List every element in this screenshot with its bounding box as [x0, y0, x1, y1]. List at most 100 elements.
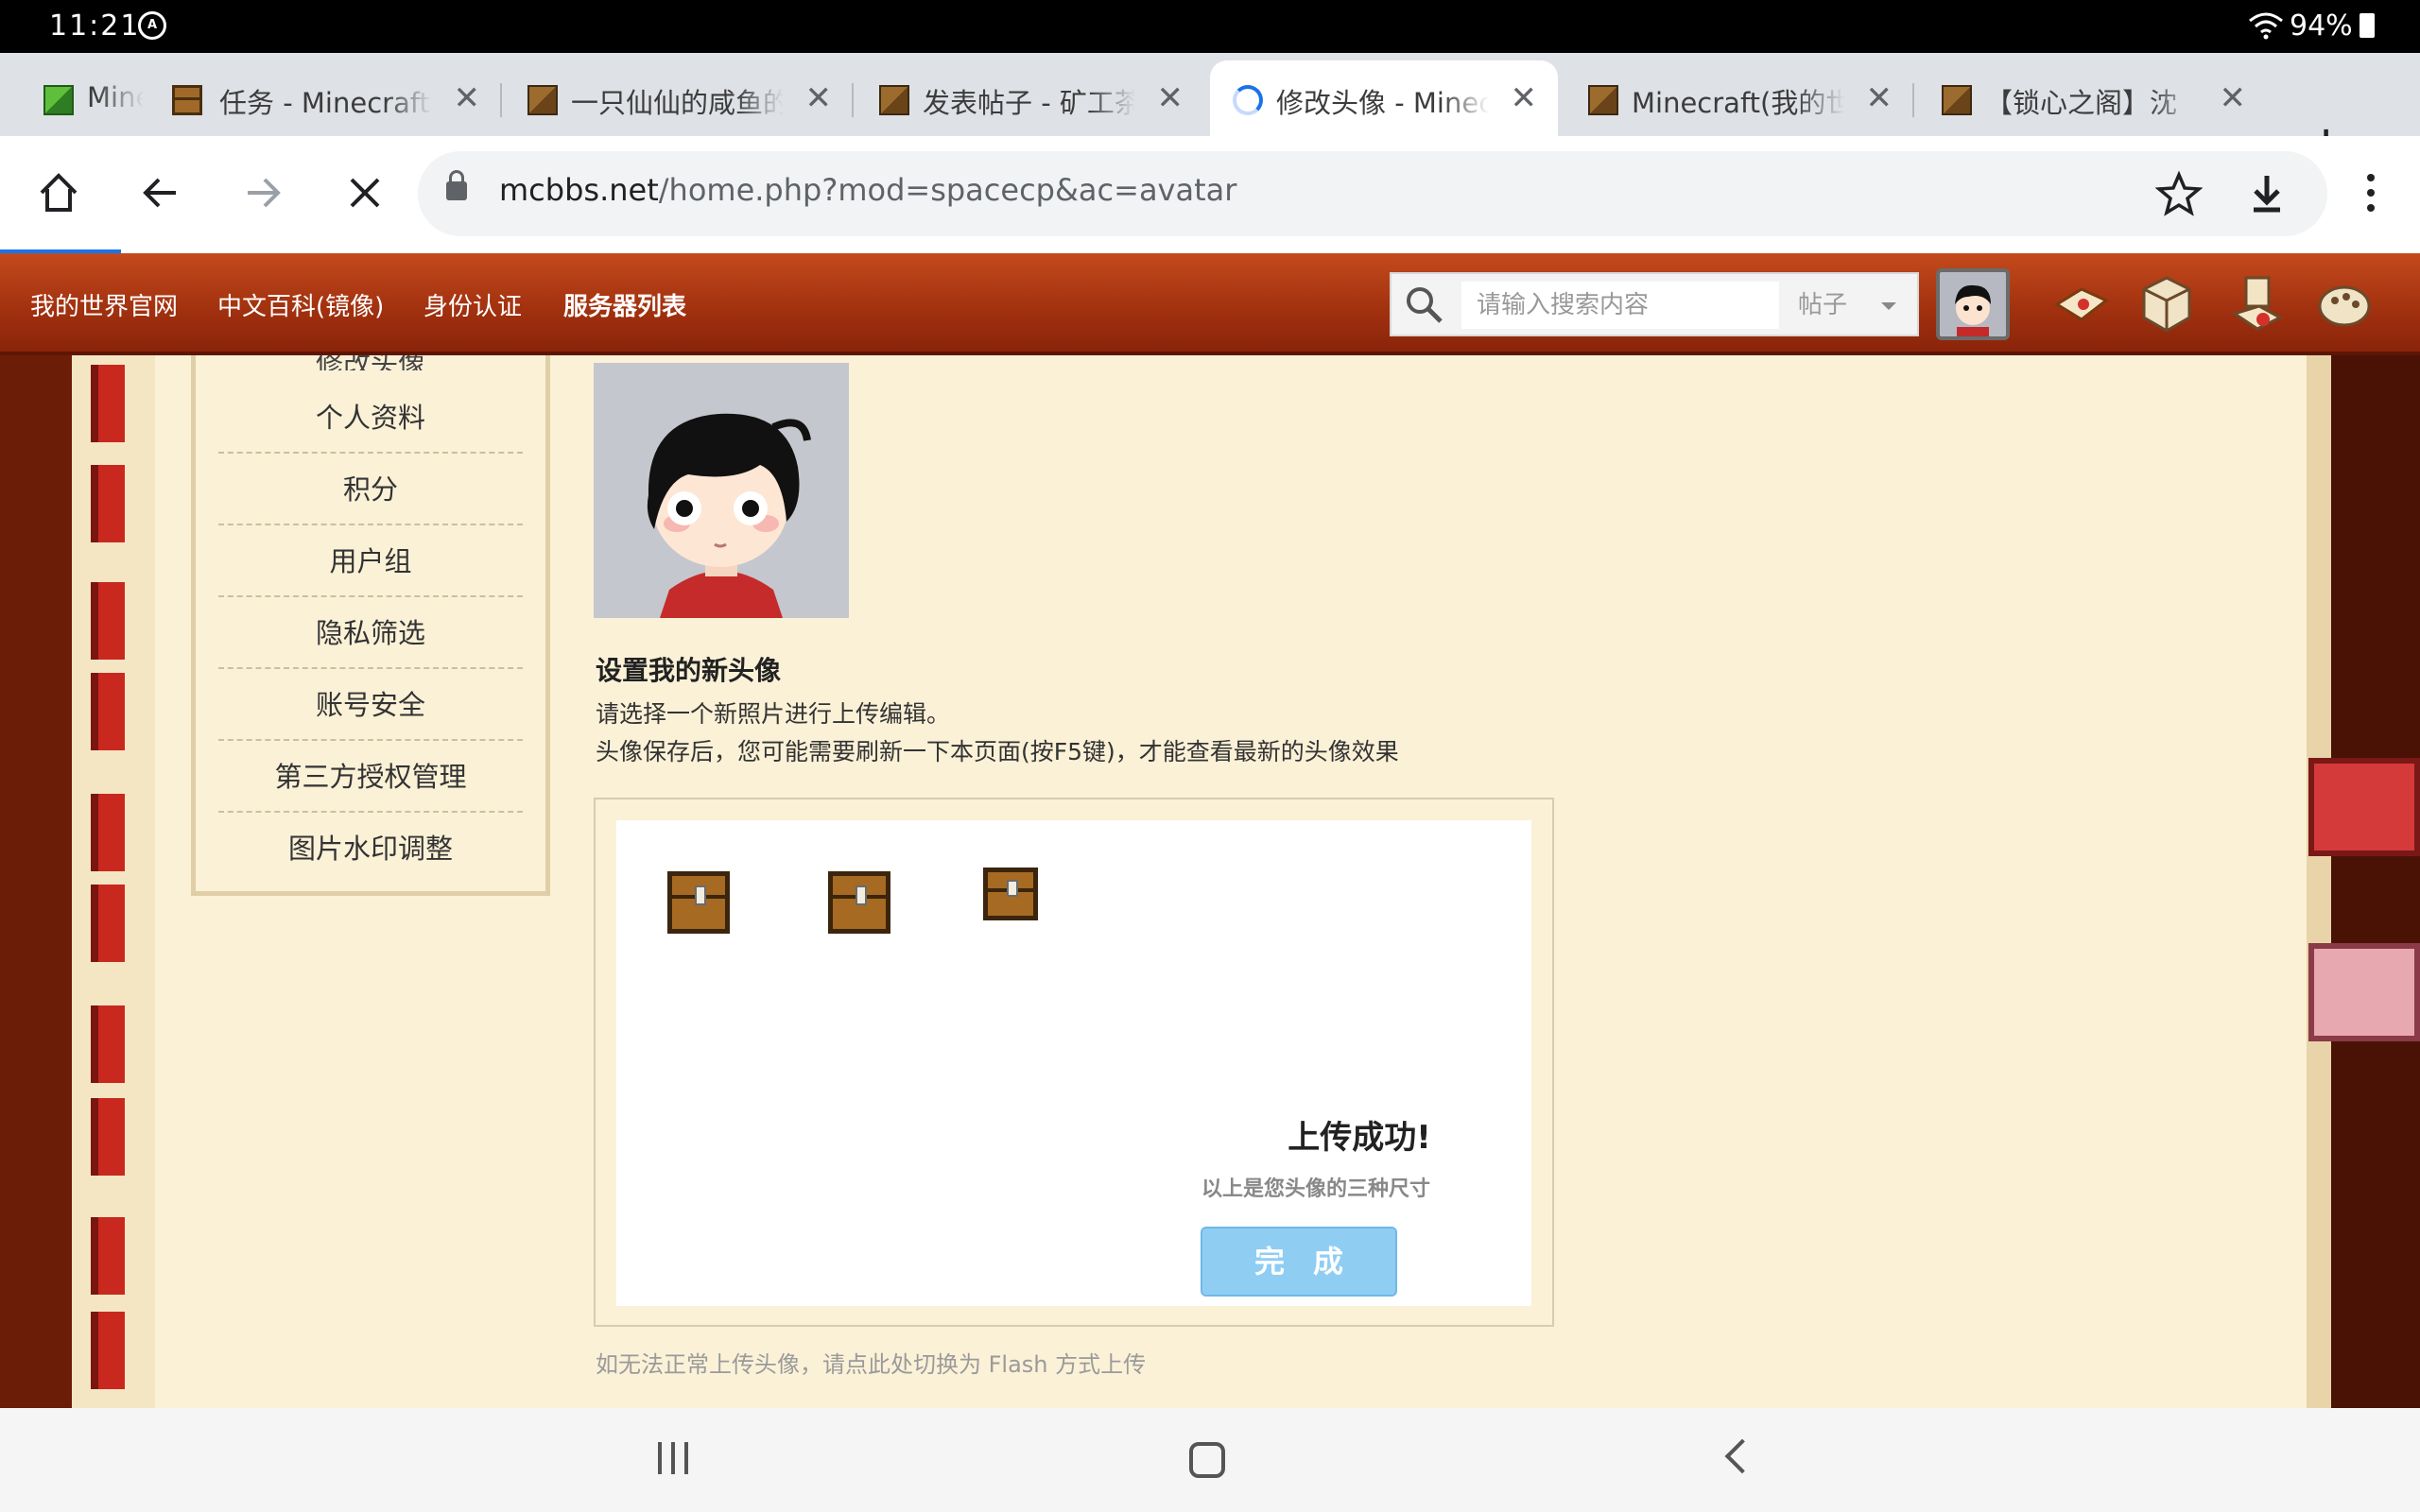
- tab-minecraft[interactable]: Minecraft(我的世界) ✕: [1565, 60, 1914, 136]
- site-search: 帖子: [1390, 272, 1919, 336]
- upload-success-subtitle: 以上是您头像的三种尺寸: [1201, 1177, 1430, 1201]
- android-status-bar: 11:21 A 94%: [0, 0, 2420, 53]
- lock-icon: [446, 170, 467, 200]
- browser-toolbar: mcbbs.net/home.php?mod=spacecp&ac=avatar: [0, 136, 2420, 253]
- nav-official-site[interactable]: 我的世界官网: [30, 287, 178, 322]
- floating-badge-n[interactable]: [2308, 758, 2420, 856]
- message-bubble-icon[interactable]: [2049, 272, 2114, 336]
- tab-close-icon[interactable]: ✕: [1866, 79, 1893, 117]
- download-icon[interactable]: [2237, 163, 2297, 223]
- tab-title: Minecraft(我的世界): [1632, 81, 1844, 121]
- border-ornament: [91, 1217, 125, 1295]
- border-ornament: [91, 1005, 125, 1083]
- tab-title: Mine: [87, 81, 144, 113]
- back-button-icon[interactable]: [1724, 1438, 1760, 1474]
- tab-mine[interactable]: Mine: [21, 60, 153, 136]
- site-nav: 我的世界官网 中文百科(镜像) 身份认证 服务器列表 帖子: [0, 253, 2420, 355]
- wifi-icon: [2249, 12, 2283, 40]
- tab-close-icon[interactable]: ✕: [2220, 79, 2247, 117]
- tab-edit-avatar[interactable]: 修改头像 - Minecraft ✕: [1210, 60, 1558, 136]
- tab-space[interactable]: 一只仙仙的咸鱼的空间 ✕: [505, 60, 854, 136]
- avatar-preview-medium: [828, 871, 890, 934]
- tab-separator: [852, 83, 854, 117]
- page-body: 修改头像 个人资料 积分 用户组 隐私筛选 账号安全 第三方授权管理 图片水印调…: [0, 355, 2420, 1408]
- tab-title: 【锁心之阁】沈: [1985, 81, 2198, 121]
- tab-separator: [1912, 83, 1914, 117]
- notification-icon[interactable]: [2225, 272, 2290, 336]
- accessibility-icon: A: [138, 11, 166, 40]
- border-ornament: [91, 673, 125, 750]
- tab-close-icon[interactable]: ✕: [805, 79, 833, 117]
- nav-identity[interactable]: 身份认证: [424, 287, 522, 322]
- sidebar-item-profile[interactable]: 个人资料: [218, 382, 523, 454]
- tab-close-icon[interactable]: ✕: [1157, 79, 1184, 117]
- sidebar-item-privacy[interactable]: 隐私筛选: [218, 597, 523, 669]
- menu-kebab-icon[interactable]: [2341, 163, 2401, 223]
- search-icon[interactable]: [1403, 284, 1444, 325]
- border-ornament: [91, 465, 125, 542]
- border-ornament: [91, 1098, 125, 1176]
- back-arrow-icon[interactable]: [130, 163, 191, 223]
- crafting-box-icon[interactable]: [2135, 272, 2199, 336]
- android-nav-bar: [0, 1408, 2420, 1512]
- sidebar-item-edit-avatar[interactable]: 修改头像: [196, 355, 545, 370]
- tab-post[interactable]: 发表帖子 - 矿工茶馆 ✕: [856, 60, 1204, 136]
- border-ornament: [91, 1312, 125, 1389]
- green-cube-icon: [43, 85, 74, 115]
- sidebar-item-security[interactable]: 账号安全: [218, 669, 523, 741]
- search-scope-value: 帖子: [1798, 291, 1848, 319]
- tab-close-icon[interactable]: ✕: [1511, 79, 1538, 117]
- current-avatar: [594, 363, 849, 618]
- sidebar-item-third-party-auth[interactable]: 第三方授权管理: [218, 741, 523, 813]
- tab-suoxin[interactable]: 【锁心之阁】沈 ✕: [1919, 60, 2267, 136]
- forward-arrow-icon[interactable]: [233, 163, 293, 223]
- border-ornament: [91, 582, 125, 660]
- border-ornament: [91, 365, 125, 442]
- upload-success: 上传成功!: [1236, 1111, 1482, 1158]
- cube-icon: [1942, 85, 1972, 115]
- nav-wiki[interactable]: 中文百科(镜像): [217, 287, 384, 322]
- decorative-left-border: [0, 355, 155, 1408]
- palette-icon[interactable]: [2312, 272, 2377, 336]
- cube-icon: [527, 85, 558, 115]
- home-icon[interactable]: [28, 163, 89, 223]
- sidebar-item-credits[interactable]: 积分: [218, 454, 523, 525]
- tab-title: 一只仙仙的咸鱼的空间: [571, 81, 784, 121]
- tab-separator: [500, 83, 502, 117]
- main-content: 修改头像 个人资料 积分 用户组 隐私筛选 账号安全 第三方授权管理 图片水印调…: [155, 355, 2307, 1408]
- section-title: 设置我的新头像: [596, 655, 782, 686]
- stop-loading-icon[interactable]: [335, 163, 395, 223]
- user-avatar[interactable]: [1936, 268, 2010, 340]
- tab-title: 任务 - Minecraft(我的世界)中文论坛: [219, 81, 432, 121]
- tab-strip: Mine 任务 - Minecraft(我的世界)中文论坛 ✕ 一只仙仙的咸鱼的…: [0, 53, 2420, 170]
- chest-icon: [172, 85, 202, 115]
- avatar-preview-small: [983, 868, 1038, 920]
- floating-badge-up[interactable]: [2308, 943, 2420, 1041]
- decorative-right-border: [2307, 355, 2420, 1408]
- refresh-note: 头像保存后，您可能需要刷新一下本页面(按F5键)，才能查看最新的头像效果: [596, 738, 1399, 765]
- home-button-icon[interactable]: [1189, 1442, 1225, 1478]
- sidebar-item-usergroup[interactable]: 用户组: [218, 525, 523, 597]
- url-text[interactable]: mcbbs.net/home.php?mod=spacecp&ac=avatar: [499, 172, 1236, 208]
- done-button[interactable]: 完成: [1201, 1227, 1397, 1297]
- nav-server-list[interactable]: 服务器列表: [563, 287, 686, 322]
- tab-title: 修改头像 - Minecraft: [1276, 81, 1489, 121]
- border-ornament: [91, 885, 125, 962]
- border-rail: [2307, 355, 2331, 1408]
- settings-sidebar: 修改头像 个人资料 积分 用户组 隐私筛选 账号安全 第三方授权管理 图片水印调…: [191, 355, 550, 896]
- recent-apps-icon[interactable]: [658, 1442, 692, 1476]
- address-bar[interactable]: mcbbs.net/home.php?mod=spacecp&ac=avatar: [418, 151, 2327, 236]
- search-input[interactable]: [1461, 282, 1779, 329]
- cube-icon: [879, 85, 909, 115]
- tab-close-icon[interactable]: ✕: [454, 79, 481, 117]
- upload-success-title: 上传成功!: [1288, 1119, 1431, 1157]
- search-scope-select[interactable]: 帖子: [1798, 282, 1911, 329]
- border-ornament: [91, 794, 125, 871]
- status-time: 11:21: [49, 9, 141, 43]
- switch-to-flash-link[interactable]: 如无法正常上传头像，请点此处切换为 Flash 方式上传: [596, 1346, 1146, 1379]
- loading-spinner-icon: [1233, 85, 1263, 115]
- cube-icon: [1588, 85, 1618, 115]
- sidebar-item-watermark[interactable]: 图片水印调整: [218, 813, 523, 885]
- bookmark-star-icon[interactable]: [2155, 170, 2203, 217]
- tab-task[interactable]: 任务 - Minecraft(我的世界)中文论坛 ✕: [153, 60, 502, 136]
